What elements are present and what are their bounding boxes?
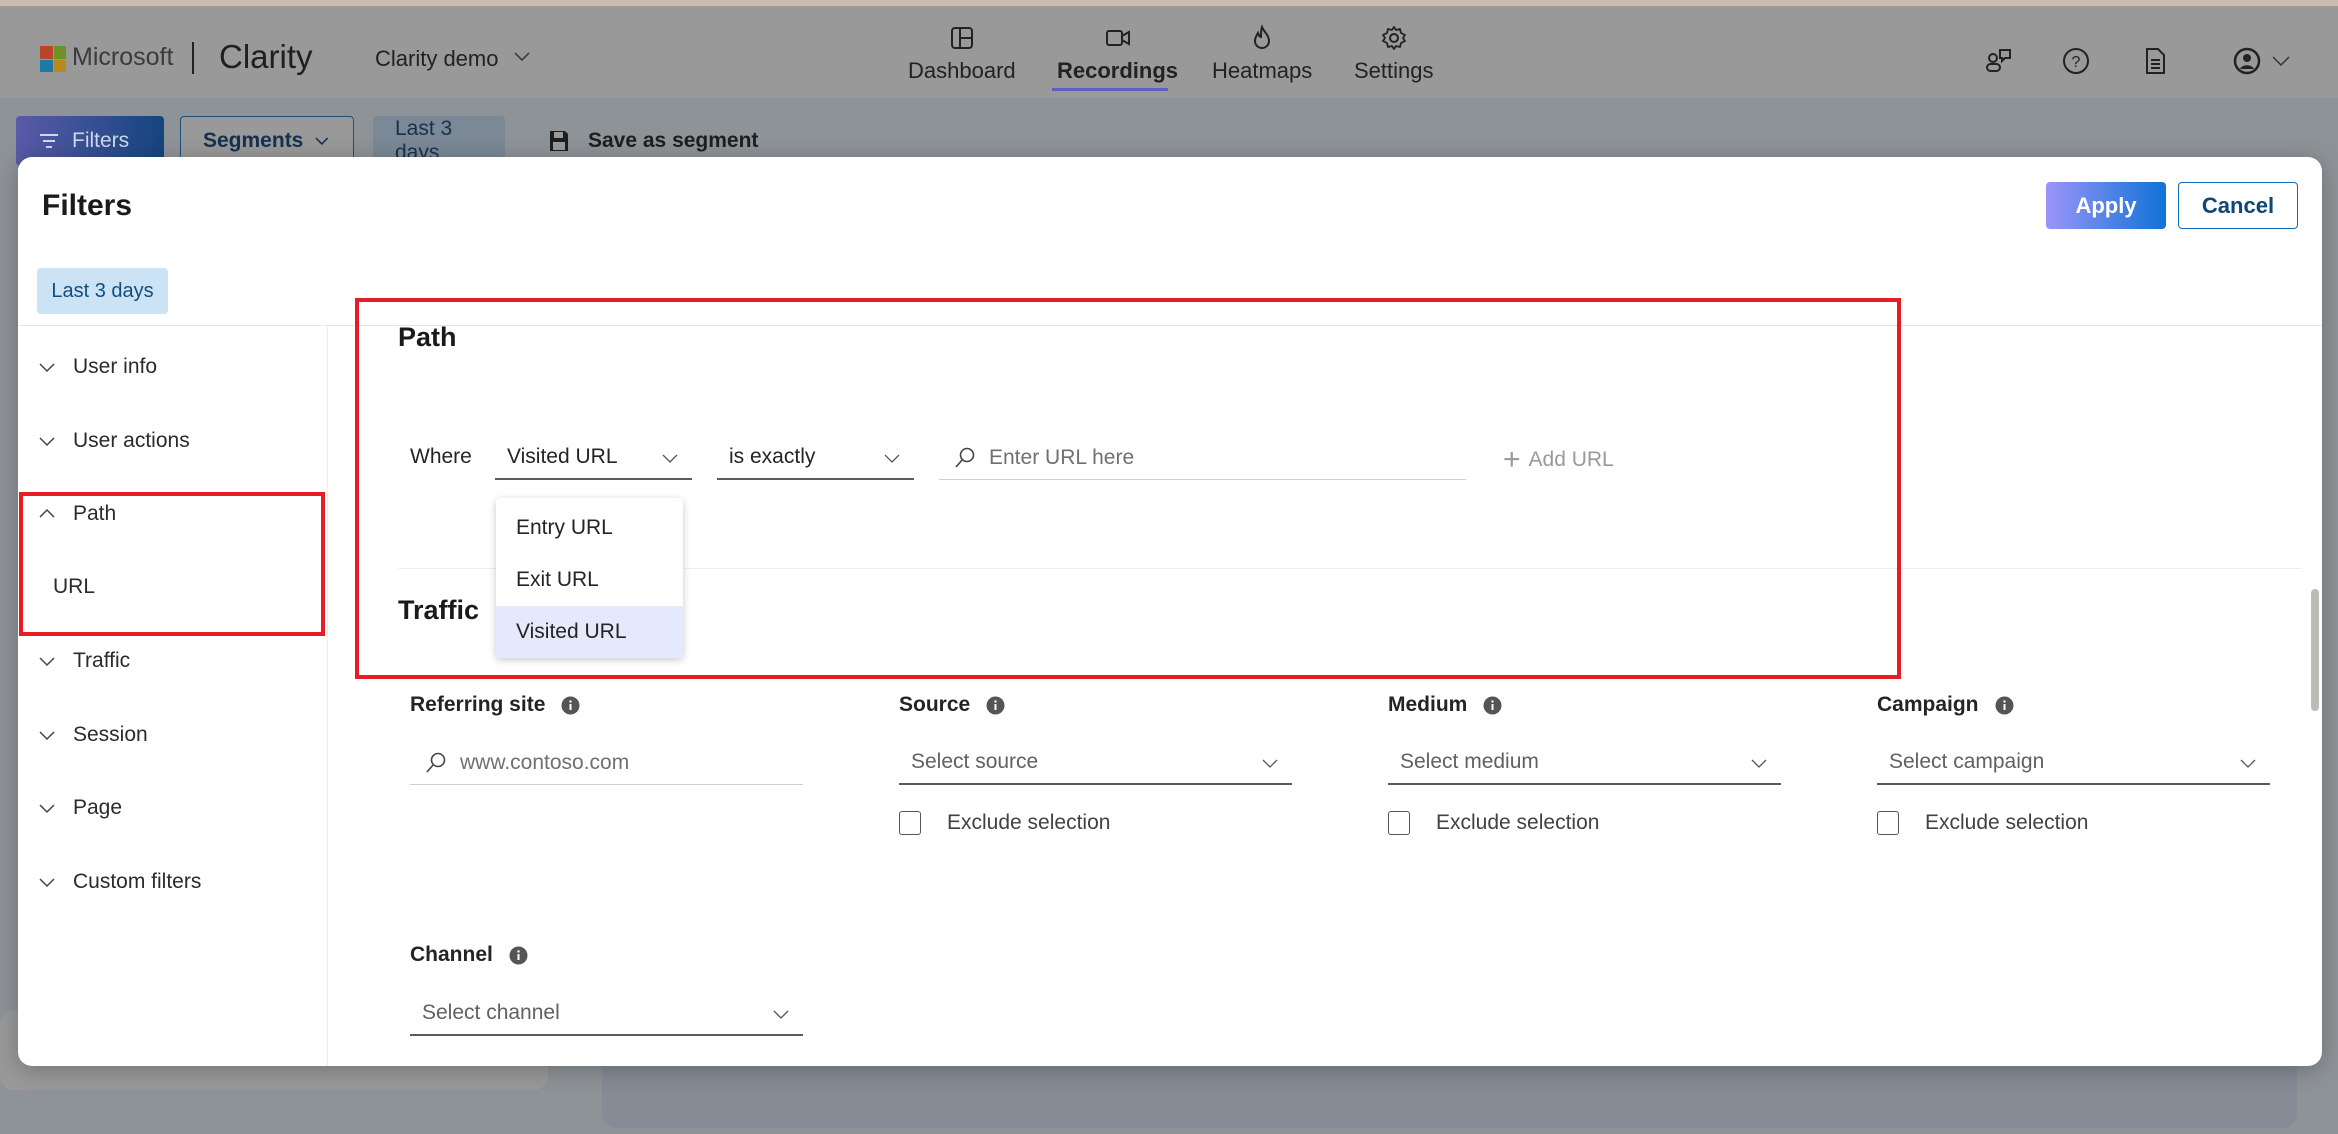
filter-icon (40, 134, 58, 148)
chevron-down-icon (39, 437, 55, 447)
info-icon[interactable] (1483, 696, 1502, 715)
campaign-select[interactable]: Select campaign (1877, 741, 2270, 785)
feedback-icon[interactable] (1984, 46, 2014, 76)
campaign-placeholder: Select campaign (1889, 750, 2045, 773)
medium-exclude[interactable]: Exclude selection (1388, 811, 1599, 835)
flame-icon (1254, 24, 1271, 49)
nav-recordings[interactable]: Recordings (1057, 24, 1178, 84)
chevron-down-icon (39, 804, 55, 814)
sidebar-item-label: Page (73, 796, 123, 819)
dashboard-icon (950, 27, 973, 49)
medium-placeholder: Select medium (1400, 750, 1539, 773)
app-header: Microsoft Clarity Clarity demo Dashboard… (0, 6, 2338, 98)
active-tab-indicator (1052, 88, 1168, 91)
source-placeholder: Select source (911, 750, 1039, 773)
annotation-box-sidebar-path (19, 492, 325, 636)
campaign-label: Campaign (1877, 693, 2014, 717)
sidebar-item-traffic[interactable]: Traffic (38, 645, 130, 677)
chevron-down-icon[interactable] (2270, 46, 2292, 76)
info-icon[interactable] (561, 696, 580, 715)
chevron-down-icon (315, 137, 329, 145)
channel-label: Channel (410, 943, 528, 967)
search-icon (426, 752, 446, 773)
brand-separator (192, 42, 194, 74)
nav-label: Settings (1354, 58, 1434, 83)
source-select[interactable]: Select source (899, 741, 1292, 785)
checkbox-label: Exclude selection (947, 811, 1111, 834)
chevron-down-icon (39, 731, 55, 741)
referring-site-label: Referring site (410, 693, 580, 717)
info-icon[interactable] (986, 696, 1005, 715)
modal-title: Filters (42, 189, 133, 222)
apply-button[interactable]: Apply (2046, 182, 2166, 229)
channel-placeholder: Select channel (422, 1001, 560, 1024)
checkbox-label: Exclude selection (1436, 811, 1600, 834)
sidebar-item-custom-filters[interactable]: Custom filters (38, 866, 201, 898)
chevron-down-icon (39, 878, 55, 888)
nav-label: Recordings (1057, 58, 1179, 83)
brand-product[interactable]: Clarity (219, 38, 313, 76)
nav-heatmaps[interactable]: Heatmaps (1212, 24, 1312, 84)
segments-label: Segments (203, 129, 304, 152)
date-range-chip[interactable]: Last 3 days (37, 268, 168, 314)
sidebar-item-page[interactable]: Page (38, 792, 122, 824)
campaign-exclude-checkbox[interactable] (1877, 811, 1899, 835)
save-segment-label: Save as segment (588, 129, 759, 152)
checkbox-label: Exclude selection (1925, 811, 2089, 834)
referring-site-placeholder: www.contoso.com (460, 750, 630, 774)
chevron-down-icon (2240, 759, 2256, 768)
sidebar-divider (327, 325, 328, 1066)
sidebar-item-label: User info (73, 355, 158, 378)
medium-exclude-checkbox[interactable] (1388, 811, 1410, 835)
sidebar-item-label: Session (73, 723, 148, 746)
save-icon (550, 131, 568, 151)
chevron-down-icon (1262, 759, 1278, 768)
sidebar-item-label: Traffic (73, 649, 131, 672)
filters-label: Filters (72, 129, 130, 152)
field-label-text: Referring site (410, 693, 546, 716)
account-icon[interactable] (2232, 46, 2262, 76)
sidebar-item-user-info[interactable]: User info (38, 351, 157, 383)
gear-icon (1381, 26, 1406, 50)
content-scrollbar[interactable] (2311, 589, 2319, 711)
channel-select[interactable]: Select channel (410, 992, 803, 1036)
chevron-down-icon (773, 1010, 789, 1019)
filters-modal: Filters Apply Cancel Last 3 days User in… (18, 157, 2322, 1066)
chevron-down-icon (39, 657, 55, 667)
chevron-down-icon[interactable] (512, 46, 532, 66)
cancel-button[interactable]: Cancel (2178, 182, 2298, 229)
field-label-text: Channel (410, 943, 493, 966)
medium-select[interactable]: Select medium (1388, 741, 1781, 785)
info-icon[interactable] (509, 946, 528, 965)
document-icon[interactable] (2140, 46, 2170, 76)
video-camera-icon (1105, 30, 1130, 46)
referring-site-input[interactable]: www.contoso.com (410, 741, 803, 785)
chevron-down-icon (39, 363, 55, 373)
sidebar-item-label: Custom filters (73, 870, 202, 893)
campaign-exclude[interactable]: Exclude selection (1877, 811, 2088, 835)
nav-label: Heatmaps (1212, 58, 1313, 83)
field-label-text: Campaign (1877, 693, 1979, 716)
source-label: Source (899, 693, 1005, 717)
nav-settings[interactable]: Settings (1354, 24, 1434, 84)
info-icon[interactable] (1995, 696, 2014, 715)
field-label-text: Source (899, 693, 971, 716)
nav-label: Dashboard (908, 58, 1016, 83)
svg-text:?: ? (2072, 54, 2081, 71)
microsoft-logo-icon (40, 46, 66, 72)
sidebar-item-user-actions[interactable]: User actions (38, 425, 190, 457)
sidebar-item-label: User actions (73, 429, 190, 452)
source-exclude-checkbox[interactable] (899, 811, 921, 835)
nav-dashboard[interactable]: Dashboard (908, 24, 1016, 84)
sidebar-item-session[interactable]: Session (38, 719, 148, 751)
chevron-down-icon (1751, 759, 1767, 768)
help-icon[interactable]: ? (2061, 46, 2091, 76)
source-exclude[interactable]: Exclude selection (899, 811, 1110, 835)
annotation-box-path-section (355, 298, 1901, 679)
field-label-text: Medium (1388, 693, 1468, 716)
medium-label: Medium (1388, 693, 1502, 717)
project-selector[interactable]: Clarity demo (375, 46, 498, 72)
brand-company: Microsoft (72, 43, 174, 71)
